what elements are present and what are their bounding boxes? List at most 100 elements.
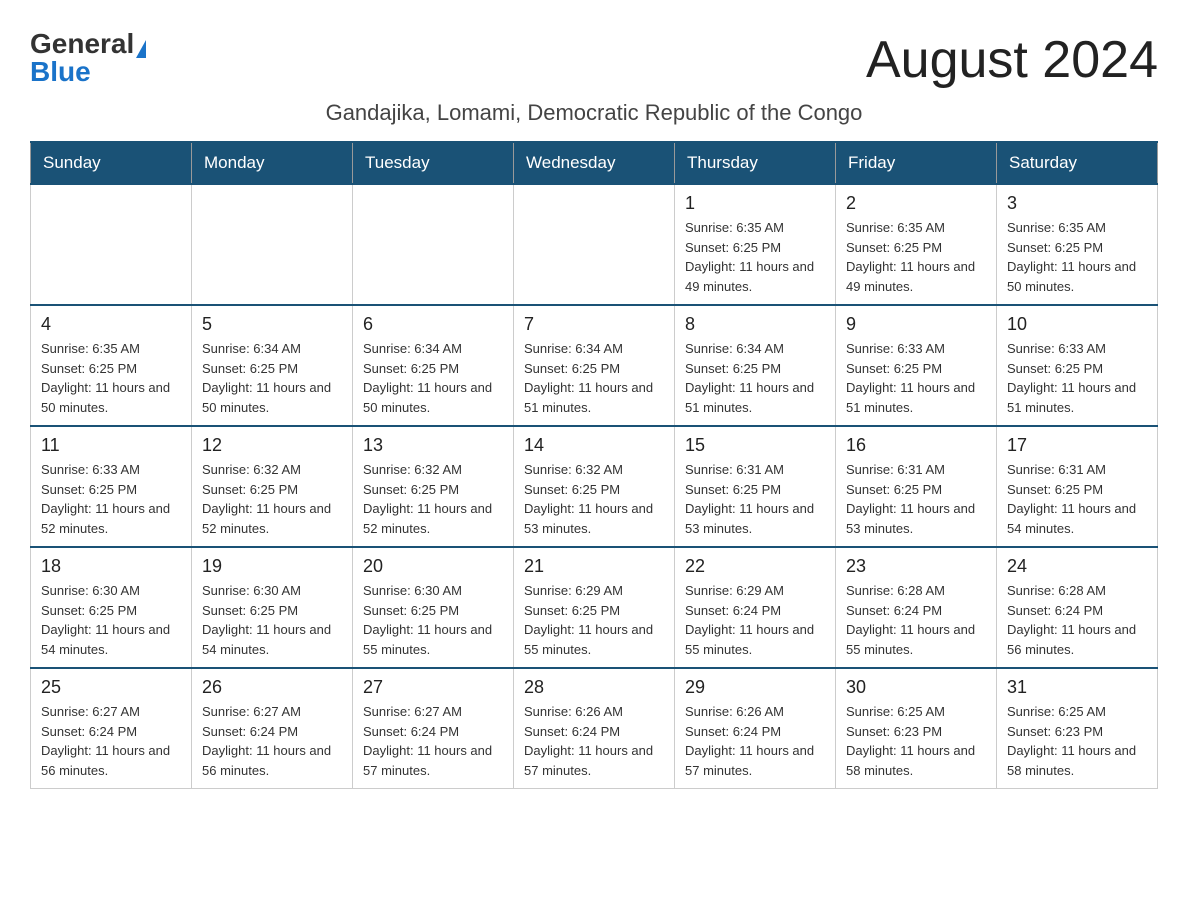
table-row: 3 Sunrise: 6:35 AMSunset: 6:25 PMDaylight… bbox=[997, 184, 1158, 305]
day-number: 16 bbox=[846, 435, 986, 456]
day-number: 24 bbox=[1007, 556, 1147, 577]
day-number: 31 bbox=[1007, 677, 1147, 698]
day-info: Sunrise: 6:26 AMSunset: 6:24 PMDaylight:… bbox=[524, 702, 664, 780]
day-info: Sunrise: 6:25 AMSunset: 6:23 PMDaylight:… bbox=[1007, 702, 1147, 780]
logo: General Blue bbox=[30, 30, 146, 86]
table-row: 23Sunrise: 6:28 AMSunset: 6:24 PMDayligh… bbox=[836, 547, 997, 668]
table-row: 15Sunrise: 6:31 AMSunset: 6:25 PMDayligh… bbox=[675, 426, 836, 547]
day-number: 25 bbox=[41, 677, 181, 698]
day-number: 3 bbox=[1007, 193, 1147, 214]
day-info: Sunrise: 6:27 AMSunset: 6:24 PMDaylight:… bbox=[202, 702, 342, 780]
day-number: 28 bbox=[524, 677, 664, 698]
location-title: Gandajika, Lomami, Democratic Republic o… bbox=[30, 100, 1158, 126]
table-row: 5 Sunrise: 6:34 AMSunset: 6:25 PMDaylight… bbox=[192, 305, 353, 426]
day-info: Sunrise: 6:25 AMSunset: 6:23 PMDaylight:… bbox=[846, 702, 986, 780]
table-row bbox=[31, 184, 192, 305]
day-info: Sunrise: 6:31 AMSunset: 6:25 PMDaylight:… bbox=[1007, 460, 1147, 538]
day-info: Sunrise: 6:35 AMSunset: 6:25 PMDaylight:… bbox=[1007, 218, 1147, 296]
day-info: Sunrise: 6:29 AMSunset: 6:25 PMDaylight:… bbox=[524, 581, 664, 659]
day-info: Sunrise: 6:34 AMSunset: 6:25 PMDaylight:… bbox=[685, 339, 825, 417]
day-info: Sunrise: 6:32 AMSunset: 6:25 PMDaylight:… bbox=[202, 460, 342, 538]
day-number: 27 bbox=[363, 677, 503, 698]
day-info: Sunrise: 6:26 AMSunset: 6:24 PMDaylight:… bbox=[685, 702, 825, 780]
day-number: 4 bbox=[41, 314, 181, 335]
table-row: 6Sunrise: 6:34 AMSunset: 6:25 PMDaylight… bbox=[353, 305, 514, 426]
day-info: Sunrise: 6:34 AMSunset: 6:25 PMDaylight:… bbox=[202, 339, 342, 417]
table-row: 1 Sunrise: 6:35 AMSunset: 6:25 PMDaylight… bbox=[675, 184, 836, 305]
table-row: 2 Sunrise: 6:35 AMSunset: 6:25 PMDaylight… bbox=[836, 184, 997, 305]
day-number: 13 bbox=[363, 435, 503, 456]
day-info: Sunrise: 6:34 AMSunset: 6:25 PMDaylight:… bbox=[524, 339, 664, 417]
day-info: Sunrise: 6:35 AMSunset: 6:25 PMDaylight:… bbox=[685, 218, 825, 296]
table-row: 12 Sunrise: 6:32 AMSunset: 6:25 PMDayligh… bbox=[192, 426, 353, 547]
table-row: 13 Sunrise: 6:32 AMSunset: 6:25 PMDayligh… bbox=[353, 426, 514, 547]
day-info: Sunrise: 6:35 AMSunset: 6:25 PMDaylight:… bbox=[41, 339, 181, 417]
day-number: 9 bbox=[846, 314, 986, 335]
day-number: 11 bbox=[41, 435, 181, 456]
table-row: 27 Sunrise: 6:27 AMSunset: 6:24 PMDayligh… bbox=[353, 668, 514, 789]
day-info: Sunrise: 6:30 AMSunset: 6:25 PMDaylight:… bbox=[363, 581, 503, 659]
day-number: 7 bbox=[524, 314, 664, 335]
day-number: 22 bbox=[685, 556, 825, 577]
day-info: Sunrise: 6:32 AMSunset: 6:25 PMDaylight:… bbox=[524, 460, 664, 538]
header-monday: Monday bbox=[192, 142, 353, 184]
calendar-week-row: 11 Sunrise: 6:33 AMSunset: 6:25 PMDayligh… bbox=[31, 426, 1158, 547]
table-row bbox=[192, 184, 353, 305]
day-number: 5 bbox=[202, 314, 342, 335]
day-number: 8 bbox=[685, 314, 825, 335]
day-number: 21 bbox=[524, 556, 664, 577]
table-row: 11 Sunrise: 6:33 AMSunset: 6:25 PMDayligh… bbox=[31, 426, 192, 547]
table-row: 24Sunrise: 6:28 AMSunset: 6:24 PMDayligh… bbox=[997, 547, 1158, 668]
logo-general-text: General bbox=[30, 28, 134, 59]
table-row: 21 Sunrise: 6:29 AMSunset: 6:25 PMDayligh… bbox=[514, 547, 675, 668]
table-row: 17Sunrise: 6:31 AMSunset: 6:25 PMDayligh… bbox=[997, 426, 1158, 547]
header-sunday: Sunday bbox=[31, 142, 192, 184]
header-tuesday: Tuesday bbox=[353, 142, 514, 184]
day-number: 2 bbox=[846, 193, 986, 214]
day-number: 14 bbox=[524, 435, 664, 456]
table-row: 29 Sunrise: 6:26 AMSunset: 6:24 PMDayligh… bbox=[675, 668, 836, 789]
day-number: 6 bbox=[363, 314, 503, 335]
day-info: Sunrise: 6:30 AMSunset: 6:25 PMDaylight:… bbox=[202, 581, 342, 659]
day-number: 23 bbox=[846, 556, 986, 577]
table-row: 30 Sunrise: 6:25 AMSunset: 6:23 PMDayligh… bbox=[836, 668, 997, 789]
day-info: Sunrise: 6:27 AMSunset: 6:24 PMDaylight:… bbox=[41, 702, 181, 780]
day-number: 19 bbox=[202, 556, 342, 577]
table-row: 8 Sunrise: 6:34 AMSunset: 6:25 PMDaylight… bbox=[675, 305, 836, 426]
day-number: 10 bbox=[1007, 314, 1147, 335]
calendar-week-row: 25 Sunrise: 6:27 AMSunset: 6:24 PMDayligh… bbox=[31, 668, 1158, 789]
day-info: Sunrise: 6:35 AMSunset: 6:25 PMDaylight:… bbox=[846, 218, 986, 296]
day-number: 29 bbox=[685, 677, 825, 698]
day-number: 18 bbox=[41, 556, 181, 577]
logo-blue-text: Blue bbox=[30, 58, 91, 86]
table-row bbox=[353, 184, 514, 305]
day-number: 30 bbox=[846, 677, 986, 698]
day-info: Sunrise: 6:32 AMSunset: 6:25 PMDaylight:… bbox=[363, 460, 503, 538]
header-thursday: Thursday bbox=[675, 142, 836, 184]
table-row: 20 Sunrise: 6:30 AMSunset: 6:25 PMDayligh… bbox=[353, 547, 514, 668]
table-row: 14 Sunrise: 6:32 AMSunset: 6:25 PMDayligh… bbox=[514, 426, 675, 547]
day-number: 20 bbox=[363, 556, 503, 577]
day-number: 15 bbox=[685, 435, 825, 456]
table-row: 31 Sunrise: 6:25 AMSunset: 6:23 PMDayligh… bbox=[997, 668, 1158, 789]
table-row: 10Sunrise: 6:33 AMSunset: 6:25 PMDayligh… bbox=[997, 305, 1158, 426]
calendar-week-row: 4 Sunrise: 6:35 AMSunset: 6:25 PMDaylight… bbox=[31, 305, 1158, 426]
table-row: 7 Sunrise: 6:34 AMSunset: 6:25 PMDaylight… bbox=[514, 305, 675, 426]
month-title: August 2024 bbox=[866, 30, 1158, 90]
day-number: 1 bbox=[685, 193, 825, 214]
day-number: 12 bbox=[202, 435, 342, 456]
header: General Blue August 2024 bbox=[30, 30, 1158, 90]
day-info: Sunrise: 6:27 AMSunset: 6:24 PMDaylight:… bbox=[363, 702, 503, 780]
logo-triangle-icon bbox=[136, 40, 146, 58]
calendar: Sunday Monday Tuesday Wednesday Thursday… bbox=[30, 141, 1158, 789]
calendar-week-row: 18 Sunrise: 6:30 AMSunset: 6:25 PMDayligh… bbox=[31, 547, 1158, 668]
table-row: 22 Sunrise: 6:29 AMSunset: 6:24 PMDayligh… bbox=[675, 547, 836, 668]
header-wednesday: Wednesday bbox=[514, 142, 675, 184]
table-row: 16Sunrise: 6:31 AMSunset: 6:25 PMDayligh… bbox=[836, 426, 997, 547]
day-info: Sunrise: 6:33 AMSunset: 6:25 PMDaylight:… bbox=[41, 460, 181, 538]
table-row: 18Sunrise: 6:30 AMSunset: 6:25 PMDayligh… bbox=[31, 547, 192, 668]
table-row: 26Sunrise: 6:27 AMSunset: 6:24 PMDayligh… bbox=[192, 668, 353, 789]
day-info: Sunrise: 6:33 AMSunset: 6:25 PMDaylight:… bbox=[846, 339, 986, 417]
table-row: 19 Sunrise: 6:30 AMSunset: 6:25 PMDayligh… bbox=[192, 547, 353, 668]
day-info: Sunrise: 6:29 AMSunset: 6:24 PMDaylight:… bbox=[685, 581, 825, 659]
